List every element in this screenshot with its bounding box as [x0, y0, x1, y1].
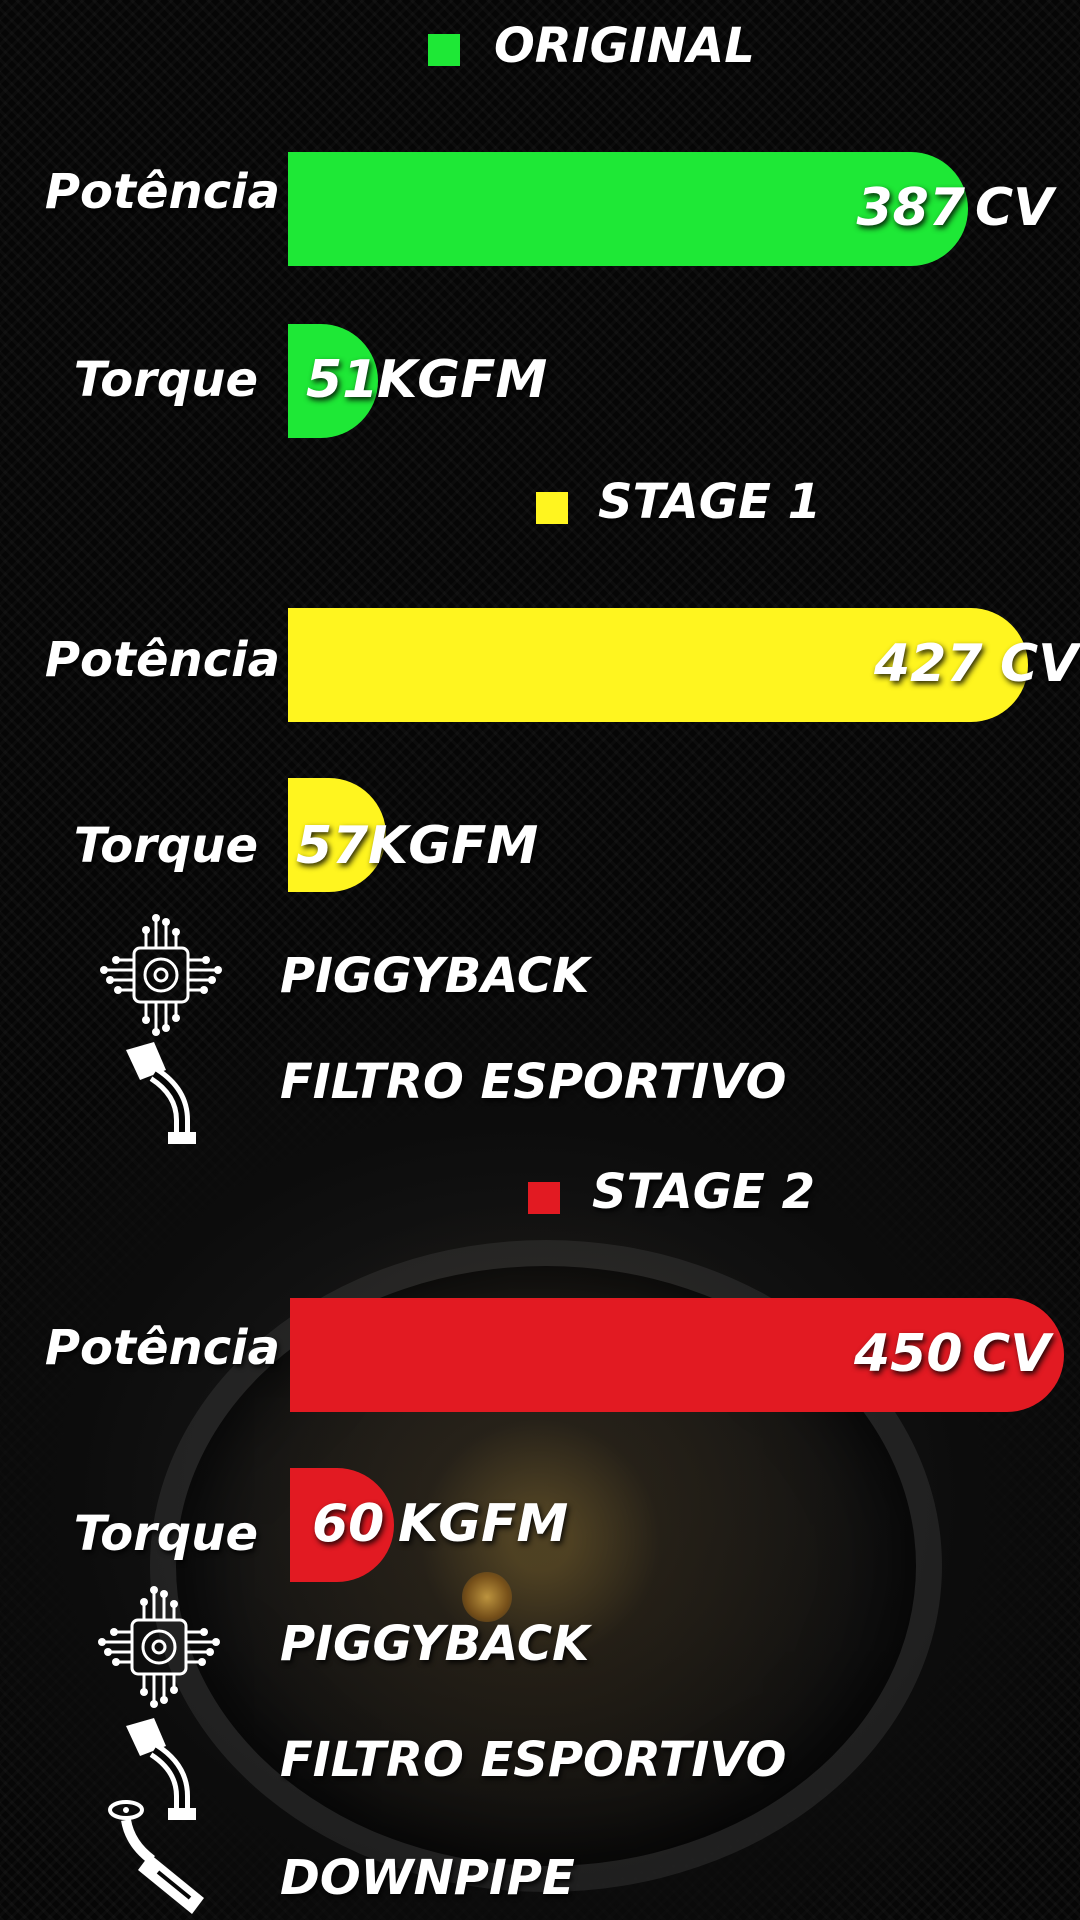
power-unit-stage1: CV [1000, 634, 1079, 694]
section-title-stage1: STAGE 1 [598, 474, 822, 530]
power-value-stage2: 450 [854, 1324, 963, 1384]
chip-turbo-icon [98, 1586, 220, 1708]
torque-unit-original: KGFM [377, 350, 548, 410]
legend-square-original [428, 34, 460, 66]
torque-unit-stage1: KGFM [368, 816, 539, 876]
feature-filtro-stage1: FILTRO ESPORTIVO [280, 1054, 787, 1110]
intake-filter-icon [126, 1042, 196, 1144]
downpipe-icon [108, 1800, 204, 1914]
torque-label-stage2: Torque [73, 1506, 258, 1562]
feature-piggyback-stage2: PIGGYBACK [280, 1616, 590, 1672]
torque-value-stage2: 60 [312, 1494, 385, 1554]
power-unit-original: CV [975, 178, 1054, 238]
torque-label-stage1: Torque [73, 818, 258, 874]
power-label-stage1: Potência [44, 632, 280, 688]
feature-filtro-stage2: FILTRO ESPORTIVO [280, 1732, 787, 1788]
section-title-original: ORIGINAL [494, 18, 755, 74]
power-label-original: Potência [44, 164, 280, 220]
chip-turbo-icon [100, 914, 222, 1036]
feature-piggyback-stage1: PIGGYBACK [280, 948, 590, 1004]
legend-square-stage2 [528, 1182, 560, 1214]
legend-square-stage1 [536, 492, 568, 524]
torque-label-original: Torque [73, 352, 258, 408]
section-title-stage2: STAGE 2 [592, 1164, 816, 1220]
power-value-original: 387 [856, 178, 965, 238]
turbo-hub-glow [462, 1572, 512, 1622]
torque-value-stage1: 57 [296, 816, 369, 876]
power-value-stage1: 427 [874, 634, 983, 694]
feature-downpipe-stage2: DOWNPIPE [280, 1850, 575, 1906]
power-label-stage2: Potência [44, 1320, 280, 1376]
torque-unit-stage2: KGFM [398, 1494, 569, 1554]
power-unit-stage2: CV [972, 1324, 1051, 1384]
torque-value-original: 51 [306, 350, 379, 410]
